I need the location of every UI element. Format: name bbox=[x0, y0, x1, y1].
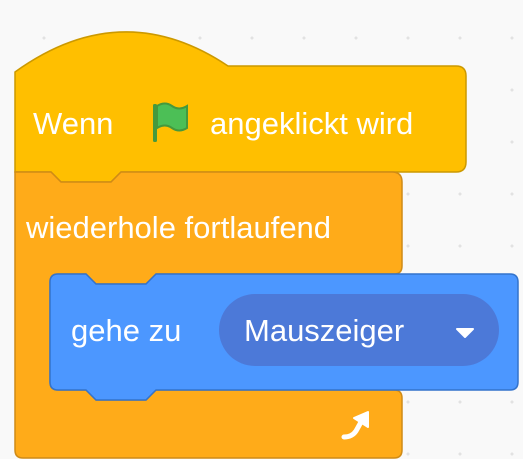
target-dropdown-value: Mauszeiger bbox=[244, 313, 405, 348]
go-to-label: gehe zu bbox=[71, 313, 182, 348]
chevron-down-icon bbox=[456, 328, 474, 338]
repeat-arrow-icon bbox=[341, 411, 369, 440]
green-flag-icon bbox=[153, 102, 188, 142]
target-dropdown[interactable]: Mauszeiger bbox=[219, 294, 499, 366]
forever-label: wiederhole fortlaufend bbox=[26, 210, 332, 245]
clicked-label: angeklickt wird bbox=[210, 106, 414, 141]
when-label: Wenn bbox=[33, 106, 114, 141]
code-workspace[interactable]: Wenn angeklickt wird wiederhole fortlauf… bbox=[0, 0, 523, 459]
